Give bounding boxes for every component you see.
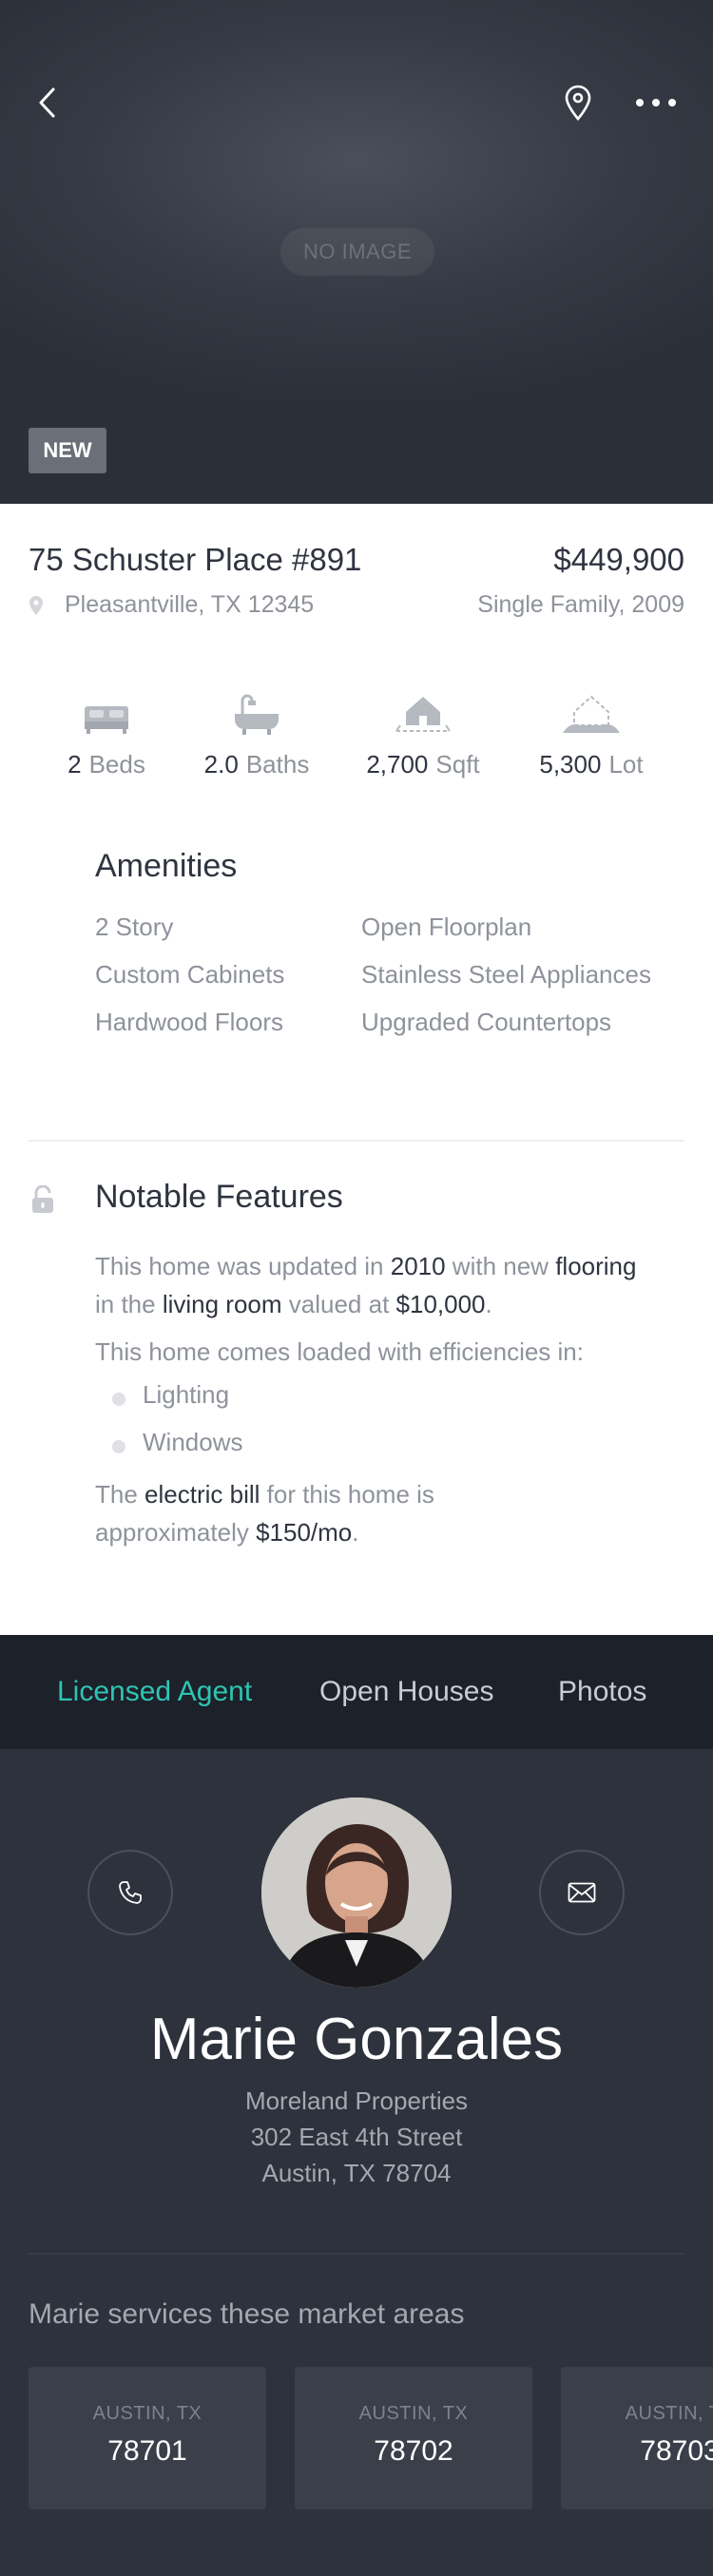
bullet-dot [112, 1440, 125, 1453]
listing-address: 75 Schuster Place #891 [29, 542, 362, 577]
hero-image-area: NO IMAGE NEW [0, 0, 713, 504]
listing-type: Single Family, 2009 [477, 591, 684, 618]
amenity-item: Custom Cabinets [95, 960, 285, 989]
lot-icon [563, 695, 620, 733]
tab-licensed-agent[interactable]: Licensed Agent [57, 1635, 252, 1749]
amenity-item: Open Floorplan [361, 913, 532, 941]
baths-value: 2.0 [203, 750, 239, 779]
more-options-button[interactable] [627, 76, 684, 129]
email-agent-button[interactable] [539, 1850, 625, 1935]
map-button[interactable] [551, 76, 605, 129]
market-areas-title: Marie services these market areas [29, 2298, 465, 2330]
feature-paragraph-update: This home was updated in 2010 with new f… [95, 1252, 637, 1318]
back-chevron-icon [39, 87, 55, 118]
efficiency-item: Windows [143, 1428, 243, 1456]
notable-features-title: Notable Features [95, 1179, 343, 1215]
sqft-unit: Sqft [435, 750, 480, 779]
market-area-card[interactable]: AUSTIN, TX 78701 [29, 2367, 266, 2509]
market-area-state: AUSTIN, TX [92, 2403, 202, 2424]
more-dots-icon [636, 99, 676, 106]
listing-stats: 2 Beds 2.0 Baths 2,700 Sqft 5,300 Lot [0, 680, 713, 794]
agent-name: Marie Gonzales [149, 2007, 564, 2072]
agent-divider [29, 2253, 684, 2255]
no-image-label: NO IMAGE [280, 228, 434, 276]
lot-value: 5,300 [539, 750, 602, 779]
agent-photo [261, 1797, 452, 1988]
feature-paragraph-bill: The electric bill for this home is appro… [95, 1480, 434, 1547]
listing-details: 75 Schuster Place #891 $449,900 Pleasant… [0, 504, 713, 1635]
section-divider [29, 1140, 684, 1142]
amenity-item: 2 Story [95, 913, 174, 941]
house-sqft-icon [395, 697, 451, 732]
bathtub-icon [235, 694, 279, 735]
market-area-zip: 78703 [640, 2435, 713, 2467]
stat-beds: 2 Beds [21, 680, 192, 779]
small-location-pin-icon [29, 595, 43, 615]
envelope-icon [568, 1882, 596, 1903]
agent-city: Austin, TX 78704 [261, 2159, 452, 2187]
stat-lot: 5,300 Lot [506, 680, 677, 779]
amenities-title: Amenities [95, 848, 238, 884]
call-agent-button[interactable] [87, 1850, 173, 1935]
listing-city: Pleasantville, TX 12345 [65, 591, 315, 618]
tab-open-houses[interactable]: Open Houses [319, 1635, 493, 1749]
stat-baths: 2.0 Baths [171, 680, 342, 779]
agent-company: Moreland Properties [244, 2086, 469, 2115]
unlock-icon [32, 1185, 53, 1213]
agent-avatar [261, 1797, 452, 1988]
agent-street: 302 East 4th Street [250, 2123, 463, 2151]
efficiency-item: Lighting [143, 1380, 230, 1409]
amenity-item: Stainless Steel Appliances [361, 960, 651, 989]
baths-unit: Baths [245, 750, 310, 779]
market-area-zip: 78702 [374, 2435, 453, 2467]
agent-tabs: Licensed Agent Open Houses Photos [0, 1635, 713, 1749]
stat-sqft: 2,700 Sqft [337, 680, 509, 779]
tab-photos[interactable]: Photos [558, 1635, 646, 1749]
market-area-card[interactable]: AUSTIN, TX 78702 [295, 2367, 532, 2509]
location-pin-icon [565, 85, 591, 121]
listing-price: $449,900 [553, 542, 684, 577]
market-area-state: AUSTIN, TX [625, 2403, 713, 2424]
feature-paragraph-efficiencies: This home comes loaded with efficiencies… [95, 1337, 584, 1366]
sqft-value: 2,700 [366, 750, 429, 779]
bed-icon [85, 706, 128, 734]
back-button[interactable] [21, 76, 74, 129]
beds-unit: Beds [88, 750, 145, 779]
amenity-item: Hardwood Floors [95, 1008, 283, 1036]
market-area-zip: 78701 [107, 2435, 187, 2467]
bullet-dot [112, 1393, 125, 1406]
market-area-state: AUSTIN, TX [358, 2403, 469, 2424]
lot-unit: Lot [608, 750, 644, 779]
market-area-card[interactable]: AUSTIN, TX 78703 [561, 2367, 713, 2509]
phone-icon [119, 1881, 142, 1904]
listing-city-row: Pleasantville, TX 12345 [29, 591, 314, 619]
amenity-item: Upgraded Countertops [361, 1008, 612, 1036]
agent-section: Marie Gonzales Moreland Properties 302 E… [0, 1749, 713, 2576]
new-badge: NEW [29, 428, 106, 473]
beds-value: 2 [67, 750, 82, 779]
